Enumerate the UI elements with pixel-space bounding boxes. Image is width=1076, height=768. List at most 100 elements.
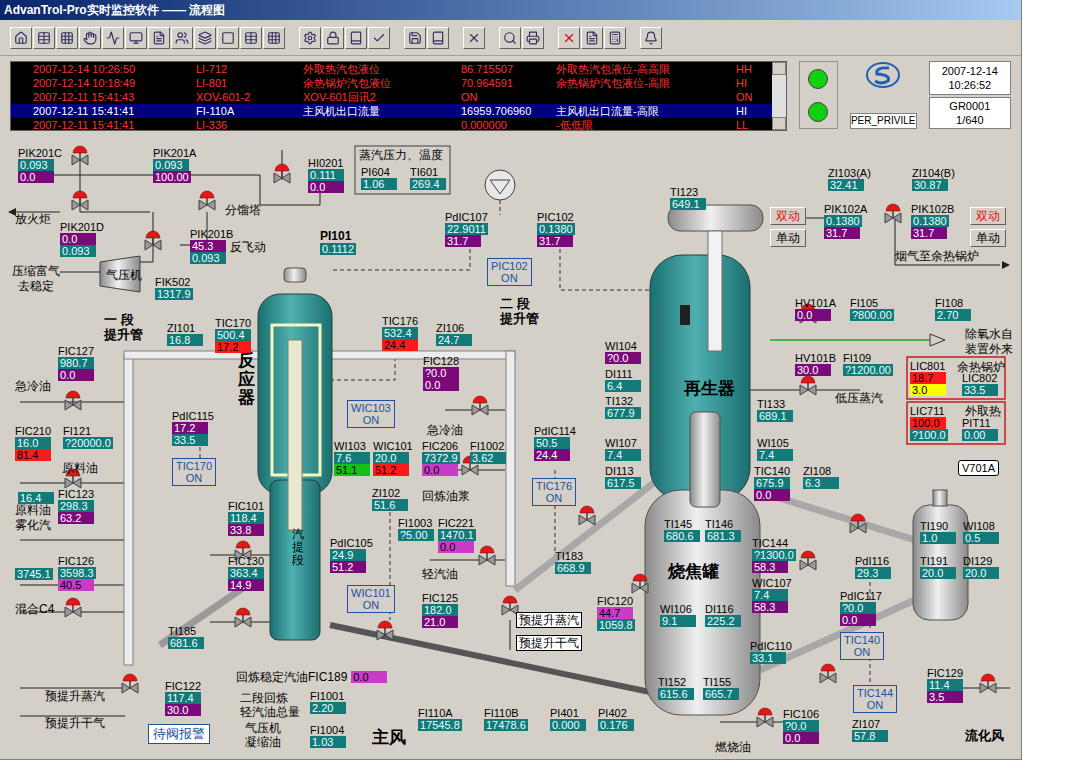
instrument-tag[interactable]: PIK201D0.00.093 bbox=[60, 221, 104, 257]
instrument-tag[interactable]: FIC12044.71059.8 bbox=[597, 595, 635, 631]
toolbar-button[interactable] bbox=[10, 27, 32, 49]
toolbar-button[interactable] bbox=[240, 27, 262, 49]
instrument-tag[interactable]: FIK5021317.9 bbox=[155, 276, 193, 300]
instrument-tag[interactable]: FIC101118.433.8 bbox=[228, 500, 264, 536]
instrument-tag[interactable]: TI183668.9 bbox=[555, 550, 591, 574]
instrument-tag[interactable]: TI185681.6 bbox=[168, 625, 204, 649]
instrument-tag[interactable]: FIC123298.363.2 bbox=[58, 488, 94, 524]
scrollbar[interactable] bbox=[772, 62, 786, 130]
instrument-tag[interactable]: FI10023.62 bbox=[470, 440, 506, 464]
toolbar-button[interactable] bbox=[522, 27, 544, 49]
instrument-tag[interactable]: TI132677.9 bbox=[605, 395, 641, 419]
instrument-tag[interactable]: PIK201A0.093100.00 bbox=[153, 147, 196, 183]
instrument-tag[interactable]: HV101A0.0 bbox=[795, 297, 836, 321]
instrument-tag[interactable]: DI116225.2 bbox=[705, 603, 741, 627]
instrument-tag[interactable]: FIC122117.430.0 bbox=[165, 680, 201, 716]
toolbar-button[interactable] bbox=[125, 27, 147, 49]
toolbar-button[interactable] bbox=[604, 27, 626, 49]
instrument-tag[interactable]: ZI10251.6 bbox=[372, 487, 408, 511]
instrument-tag[interactable]: FIC127980.70.0 bbox=[58, 345, 94, 381]
valve-icon[interactable] bbox=[980, 674, 996, 693]
instrument-tag[interactable]: PIK102B0.138031.7 bbox=[911, 203, 954, 239]
toolbar-button[interactable] bbox=[404, 27, 426, 49]
toolbar-button[interactable] bbox=[102, 27, 124, 49]
alarm-row[interactable]: 2007-12-11 15:41:41LI-3360.000000-低低限LL bbox=[11, 118, 772, 130]
instrument-tag[interactable]: WI1037.651.1 bbox=[334, 440, 370, 476]
instrument-tag[interactable]: PdIC11517.233.5 bbox=[172, 410, 214, 446]
instrument-tag[interactable]: PIC1020.138031.7 bbox=[537, 211, 575, 247]
instrument-tag[interactable]: DI12920.0 bbox=[963, 555, 999, 579]
pi101-tag[interactable]: PI1010.1112 bbox=[320, 229, 356, 255]
scroll-down[interactable] bbox=[772, 117, 786, 130]
valve-icon[interactable] bbox=[122, 674, 138, 693]
mode-button[interactable]: 单动 bbox=[970, 229, 1006, 247]
instrument-tag[interactable]: TI155665.7 bbox=[703, 676, 739, 700]
instrument-tag[interactable]: FIC106?0.00.0 bbox=[783, 708, 819, 744]
valve-icon[interactable] bbox=[199, 191, 215, 210]
toolbar-button[interactable] bbox=[368, 27, 390, 49]
valve-icon[interactable] bbox=[757, 708, 773, 727]
vessel-tag[interactable]: V701A bbox=[958, 460, 999, 476]
mode-button[interactable]: 双动 bbox=[970, 207, 1006, 225]
instrument-tag[interactable]: PI6041.06 bbox=[361, 166, 397, 190]
toolbar-button[interactable] bbox=[79, 27, 101, 49]
toolbar-button[interactable] bbox=[194, 27, 216, 49]
instrument-tag[interactable]: ZI10624.7 bbox=[436, 322, 472, 346]
alarm-row[interactable]: 2007-12-14 10:18:49LI-801余热锅炉汽包液位70.9645… bbox=[11, 76, 772, 90]
valve-icon[interactable] bbox=[235, 608, 251, 627]
instrument-tag[interactable]: FIC12911.43.5 bbox=[927, 667, 963, 703]
instrument-tag[interactable]: WI104?0.0 bbox=[605, 340, 641, 364]
instrument-tag[interactable]: ZI1086.3 bbox=[803, 465, 839, 489]
instrument-tag[interactable]: TIC176532.424.4 bbox=[382, 315, 418, 351]
controller-mode-box[interactable]: TIC140ON bbox=[840, 632, 884, 660]
instrument-tag[interactable]: FI1082.70 bbox=[935, 297, 971, 321]
instrument-tag[interactable]: HV101B30.0 bbox=[795, 352, 836, 376]
instrument-tag[interactable]: TI145680.6 bbox=[664, 518, 700, 542]
instrument-tag[interactable]: FI109?1200.00 bbox=[843, 352, 893, 376]
instrument-tag[interactable]: WIC1077.458.3 bbox=[752, 577, 792, 613]
instrument-tag[interactable]: TI601269.4 bbox=[410, 166, 446, 190]
valve-icon[interactable] bbox=[479, 546, 495, 565]
instrument-tag[interactable]: PIK201B45.30.093 bbox=[190, 228, 233, 264]
instrument-tag[interactable]: PdIC10722.901131.7 bbox=[445, 211, 488, 247]
controller-mode-box[interactable]: TIC170ON bbox=[172, 458, 216, 486]
valve-icon[interactable] bbox=[65, 391, 81, 410]
instrument-tag[interactable]: TI1901.0 bbox=[920, 520, 956, 544]
instrument-tag[interactable]: PdIC11033.1 bbox=[750, 640, 792, 664]
instrument-tag[interactable]: TIC170500.417.2 bbox=[215, 317, 251, 353]
instrument-tag[interactable]: PI4020.176 bbox=[598, 707, 634, 731]
controller-mode-box[interactable]: TIC144ON bbox=[853, 685, 897, 713]
instrument-tag[interactable]: FI110B17478.6 bbox=[484, 707, 528, 731]
toolbar-button[interactable] bbox=[217, 27, 239, 49]
instrument-tag[interactable]: ZI10757.8 bbox=[852, 718, 888, 742]
controller-mode-box[interactable]: WIC103ON bbox=[347, 400, 395, 428]
instrument-tag[interactable]: PIK102A0.138031.7 bbox=[824, 203, 867, 239]
alarm-button[interactable]: 待阀报警 bbox=[148, 724, 210, 744]
instrument-tag[interactable]: TIC144?1300.058.3 bbox=[752, 537, 796, 573]
instrument-tag[interactable]: WIC10120.051.2 bbox=[373, 440, 413, 476]
instrument-tag[interactable]: FIC21016.081.4 bbox=[15, 425, 51, 461]
toolbar-button[interactable] bbox=[263, 27, 285, 49]
instrument-tag[interactable]: PdIC10524.951.2 bbox=[330, 537, 373, 573]
alarm-row[interactable]: 2007-12-14 10:26:50LI-712外取热汽包液位86.71550… bbox=[11, 62, 772, 76]
controller-mode-box[interactable]: WIC101ON bbox=[347, 585, 395, 613]
valve-icon[interactable] bbox=[800, 376, 816, 395]
controller-mode-box[interactable]: TIC176ON bbox=[532, 478, 576, 506]
valve-icon[interactable] bbox=[885, 204, 901, 223]
instrument-tag[interactable]: FI10012.20 bbox=[310, 690, 346, 714]
toolbar-button[interactable] bbox=[56, 27, 78, 49]
instrument-tag[interactable]: FI110A17545.8 bbox=[418, 707, 462, 731]
instrument-tag[interactable]: WI1069.1 bbox=[660, 603, 696, 627]
instrument-tag[interactable]: FI10041.03 bbox=[310, 724, 346, 748]
instrument-tag[interactable]: ZI104(B)30.87 bbox=[912, 167, 955, 191]
valve-icon[interactable] bbox=[145, 231, 161, 250]
instrument-tag[interactable]: ZI103(A)32.41 bbox=[828, 167, 871, 191]
toolbar-button[interactable] bbox=[299, 27, 321, 49]
instrument-tag[interactable]: FIC125182.021.0 bbox=[422, 592, 458, 628]
instrument-tag[interactable]: TI146681.3 bbox=[705, 518, 741, 542]
valve-icon[interactable] bbox=[377, 621, 393, 640]
valve-icon[interactable] bbox=[65, 598, 81, 617]
instrument-tag[interactable]: FIC1263598.340.5 bbox=[58, 555, 96, 591]
toolbar-button[interactable] bbox=[558, 27, 580, 49]
instrument-tag[interactable]: TI123649.1 bbox=[670, 186, 706, 210]
